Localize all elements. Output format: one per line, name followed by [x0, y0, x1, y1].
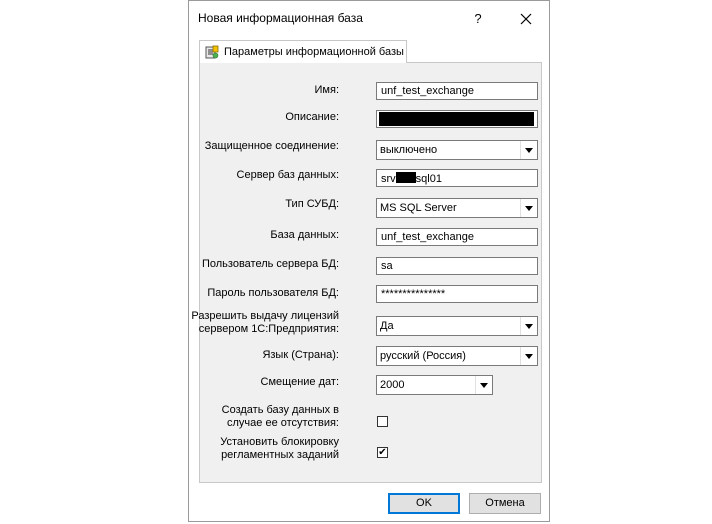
database-field[interactable]: unf_test_exchange: [376, 228, 538, 246]
secure-connection-select[interactable]: выключено: [376, 140, 538, 160]
db-user-field[interactable]: sa: [376, 257, 538, 275]
title-bar: Новая информационная база ?: [189, 1, 549, 35]
description-field[interactable]: [376, 110, 538, 128]
check-icon: ✔: [378, 447, 387, 458]
database-label: База данных:: [270, 229, 339, 241]
db-server-suffix: sql01: [415, 173, 442, 185]
ok-button[interactable]: OK: [388, 493, 460, 514]
licenses-label: Разрешить выдачу лицензий сервером 1С:Пр…: [191, 310, 339, 336]
block-jobs-label-line2: регламентных заданий: [221, 449, 339, 461]
db-server-prefix: srv: [381, 173, 396, 185]
dbms-type-select[interactable]: MS SQL Server: [376, 198, 538, 218]
block-jobs-label: Установить блокировку регламентных задан…: [220, 436, 339, 462]
block-jobs-label-line1: Установить блокировку: [220, 436, 339, 448]
create-db-checkbox[interactable]: [377, 416, 388, 427]
chevron-down-icon[interactable]: [520, 317, 537, 335]
name-field[interactable]: unf_test_exchange: [376, 82, 538, 100]
chevron-down-icon[interactable]: [520, 141, 537, 159]
tab-infobase-params[interactable]: Параметры информационной базы: [199, 40, 407, 63]
licenses-value: Да: [380, 320, 394, 332]
db-user-label: Пользователь сервера БД:: [201, 258, 339, 270]
description-label: Описание:: [285, 111, 339, 123]
db-password-label: Пароль пользователя БД:: [207, 287, 339, 299]
infobase-params-icon: [205, 45, 219, 59]
chevron-down-icon[interactable]: [520, 347, 537, 365]
licenses-label-line1: Разрешить выдачу лицензий: [191, 310, 339, 322]
licenses-label-line2: сервером 1С:Предприятия:: [198, 323, 339, 335]
db-server-label: Сервер баз данных:: [236, 169, 339, 181]
language-label: Язык (Страна):: [262, 349, 339, 361]
date-offset-label: Смещение дат:: [260, 376, 339, 388]
dbms-type-label: Тип СУБД:: [285, 198, 339, 210]
language-value: русский (Россия): [380, 350, 466, 362]
new-infobase-dialog: Новая информационная база ? Параметры ин…: [188, 0, 550, 522]
create-db-label: Создать базу данных в случае ее отсутств…: [222, 404, 339, 430]
db-server-field[interactable]: srv sql01: [376, 169, 538, 187]
db-password-field[interactable]: ***************: [376, 285, 538, 303]
params-panel: Имя: unf_test_exchange Описание: Защищен…: [191, 62, 542, 483]
close-icon: [520, 13, 532, 25]
create-db-label-line1: Создать базу данных в: [221, 404, 339, 416]
date-offset-value: 2000: [380, 379, 405, 391]
language-select[interactable]: русский (Россия): [376, 346, 538, 366]
date-offset-select[interactable]: 2000: [376, 375, 493, 395]
create-db-label-line2: случае ее отсутствия:: [227, 417, 339, 429]
redacted-description: [379, 112, 534, 126]
cancel-button[interactable]: Отмена: [469, 493, 541, 514]
licenses-select[interactable]: Да: [376, 316, 538, 336]
chevron-down-icon[interactable]: [475, 376, 492, 394]
close-button[interactable]: [515, 9, 537, 29]
dbms-type-value: MS SQL Server: [380, 202, 457, 214]
help-button[interactable]: ?: [467, 9, 489, 29]
name-label: Имя:: [314, 84, 339, 96]
redacted-server-part: [395, 172, 416, 183]
tab-label: Параметры информационной базы: [224, 46, 404, 58]
secure-connection-value: выключено: [380, 144, 438, 156]
chevron-down-icon[interactable]: [520, 199, 537, 217]
secure-connection-label: Защищенное соединение:: [204, 140, 339, 152]
window-title: Новая информационная база: [198, 11, 363, 25]
block-jobs-checkbox[interactable]: ✔: [377, 447, 388, 458]
